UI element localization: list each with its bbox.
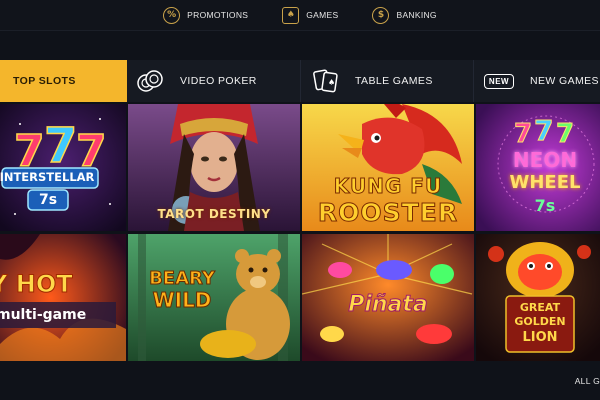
svg-text:7: 7 (556, 119, 574, 149)
tab-new-games-label: NEW GAMES (530, 75, 599, 87)
svg-text:7: 7 (514, 119, 532, 149)
all-games-link[interactable]: ALL G (575, 376, 600, 386)
game-extra-title: 7s (534, 196, 556, 215)
game-subtitle: 7s (38, 192, 58, 208)
new-badge: NEW (483, 73, 515, 89)
game-tile-tarot-destiny[interactable]: TAROT DESTINY (128, 104, 300, 231)
percent-icon: % (163, 6, 181, 24)
tab-video-poker-label: VIDEO POKER (180, 75, 257, 87)
tab-table-games-label: TABLE GAMES (355, 75, 433, 87)
game-subtitle: WILD (152, 288, 212, 312)
tab-top-slots-label: TOP SLOTS (13, 75, 76, 87)
top-navigation: % PROMOTIONS ♠ GAMES $ BANKING (0, 0, 600, 30)
playing-cards-icon: ♠ (311, 69, 341, 93)
dollar-icon: $ (372, 6, 390, 24)
nav-games-label: GAMES (306, 10, 339, 20)
nav-promotions-label: PROMOTIONS (187, 10, 249, 20)
game-subtitle: ROOSTER (317, 198, 459, 227)
game-title: NEON (512, 148, 578, 172)
svg-text:♠: ♠ (328, 78, 335, 87)
nav-banking-label: BANKING (396, 10, 437, 20)
game-title: KUNG FU (333, 174, 443, 198)
game-title: Y HOT (0, 270, 73, 298)
game-subtitle: GOLDEN (514, 315, 566, 328)
tab-table-games[interactable]: ♠ TABLE GAMES (301, 60, 473, 102)
svg-text:7: 7 (44, 118, 77, 174)
header-spacer (0, 30, 600, 60)
category-tabs: TOP SLOTS VIDEO POKER ♠ TABLE GAMES NEW (0, 60, 600, 102)
game-grid: 7 7 7 INTERSTELLAR 7s TAROT DESTINY KUNG… (0, 104, 600, 364)
game-tile-kung-fu-rooster[interactable]: KUNG FU ROOSTER (302, 104, 474, 231)
game-tile-hot-multi-game[interactable]: Y HOT multi-game (0, 234, 126, 361)
game-title: BEARY (149, 268, 216, 289)
interstellar-artwork: 7 7 7 (0, 104, 126, 231)
cards-icon: ♠ (282, 6, 300, 24)
game-subtitle: multi-game (0, 307, 87, 323)
tab-new-games[interactable]: NEW NEW GAMES (474, 60, 600, 102)
game-tile-pinata[interactable]: Piñata (302, 234, 474, 361)
game-extra-title: LION (522, 330, 558, 345)
tab-video-poker[interactable]: VIDEO POKER (127, 60, 300, 102)
nav-games[interactable]: ♠ GAMES (282, 6, 339, 24)
poker-chips-icon (136, 69, 166, 93)
game-subtitle: WHEEL (509, 172, 581, 193)
game-tile-great-golden-lion[interactable]: GREAT GOLDEN LION (476, 234, 600, 361)
game-tile-interstellar-7s[interactable]: 7 7 7 INTERSTELLAR 7s (0, 104, 126, 231)
nav-promotions[interactable]: % PROMOTIONS (163, 6, 249, 24)
new-badge-icon: NEW (483, 69, 515, 93)
game-title: Piñata (348, 292, 429, 317)
nav-banking[interactable]: $ BANKING (372, 6, 437, 24)
game-title: INTERSTELLAR (0, 170, 95, 184)
svg-text:7: 7 (534, 114, 553, 147)
game-tile-neon-wheel-7s[interactable]: 7 7 7 NEON WHEEL 7s (476, 104, 600, 231)
game-title: TAROT DESTINY (157, 207, 271, 221)
game-title: GREAT (519, 301, 561, 314)
game-tile-beary-wild[interactable]: BEARY WILD (128, 234, 300, 361)
tab-top-slots[interactable]: TOP SLOTS (0, 60, 127, 102)
